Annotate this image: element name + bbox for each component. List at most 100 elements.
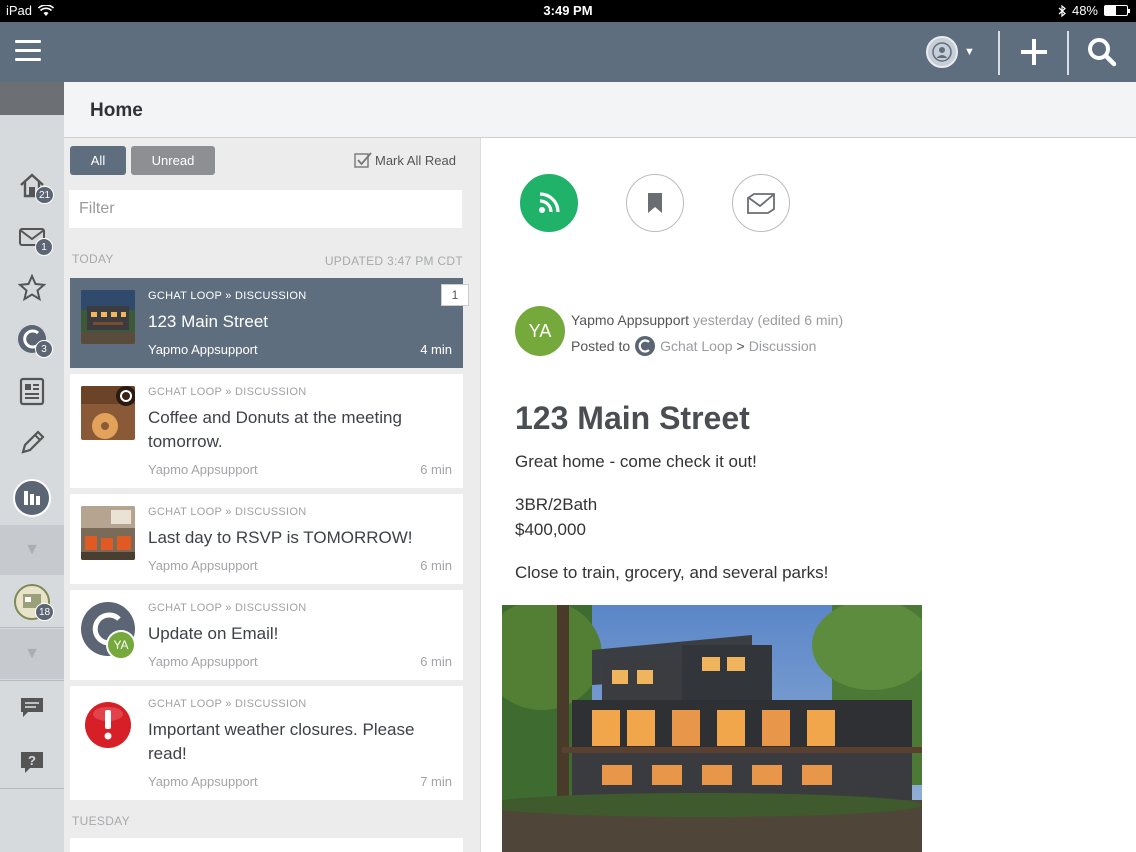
item-age: 4 min xyxy=(420,342,452,357)
sidebar-item-loops[interactable]: 3 xyxy=(0,314,64,364)
tab-all[interactable]: All xyxy=(70,146,126,175)
caret-down-icon: ▼ xyxy=(964,46,975,58)
checkbox-icon xyxy=(354,152,372,168)
badge: 18 xyxy=(35,603,55,621)
list-item[interactable] xyxy=(70,838,463,852)
divider xyxy=(1067,31,1069,75)
list-item[interactable]: YA GCHAT LOOP » DISCUSSION Update on Ema… xyxy=(70,590,463,680)
breadcrumb-separator: > xyxy=(736,338,745,354)
sidebar-item-chat[interactable] xyxy=(0,683,64,733)
badge: 3 xyxy=(35,340,53,358)
battery-icon xyxy=(1104,5,1130,16)
posted-to-label: Posted to xyxy=(571,338,631,354)
search-icon[interactable] xyxy=(1086,36,1118,68)
page-header: Home xyxy=(64,82,1136,138)
badge: 21 xyxy=(35,186,55,204)
star-icon xyxy=(18,274,46,302)
section-link[interactable]: Discussion xyxy=(749,338,817,354)
venue-thumbnail xyxy=(81,506,135,560)
sidebar-item-stats[interactable] xyxy=(0,473,64,523)
post-meta: Yapmo Appsupport yesterday (edited 6 min… xyxy=(571,312,843,328)
item-breadcrumb: GCHAT LOOP » DISCUSSION xyxy=(148,290,307,302)
sidebar-item-favorites[interactable] xyxy=(0,263,64,313)
item-age: 6 min xyxy=(420,462,452,477)
item-author: Yapmo Appsupport xyxy=(148,774,258,789)
author-avatar: YA xyxy=(106,630,136,660)
badge: 1 xyxy=(35,238,53,256)
sidebar-item-help[interactable]: ? xyxy=(0,737,64,787)
sidebar-collapse-toggle[interactable]: ▼ xyxy=(0,629,64,679)
battery-percent: 48% xyxy=(1071,3,1098,18)
body-text: 3BR/2Bath xyxy=(515,495,598,514)
envelope-icon xyxy=(747,193,775,214)
house-photo[interactable] xyxy=(502,605,922,852)
item-breadcrumb: GCHAT LOOP » DISCUSSION xyxy=(148,506,307,518)
status-time: 3:49 PM xyxy=(543,3,593,18)
loop-link[interactable]: Gchat Loop xyxy=(660,338,732,354)
item-title: Important weather closures. Please read! xyxy=(148,720,415,763)
list-item[interactable]: GCHAT LOOP » DISCUSSION Important weathe… xyxy=(70,686,463,800)
help-icon: ? xyxy=(21,752,43,773)
post-time: yesterday xyxy=(692,312,754,328)
loop-icon xyxy=(635,336,656,356)
mark-all-read-button[interactable]: Mark All Read xyxy=(354,152,456,168)
loop-logo-icon: YA xyxy=(81,602,136,660)
bookmark-icon xyxy=(648,193,662,213)
item-breadcrumb: GCHAT LOOP » DISCUSSION xyxy=(148,386,307,398)
bluetooth-icon xyxy=(1058,4,1066,17)
item-author: Yapmo Appsupport xyxy=(148,342,258,357)
item-author: Yapmo Appsupport xyxy=(148,558,258,573)
chevron-down-icon: ▼ xyxy=(24,541,40,558)
sidebar-item-compose[interactable] xyxy=(0,418,64,468)
stats-icon xyxy=(13,479,51,517)
item-title: 123 Main Street xyxy=(148,312,269,331)
list-item[interactable]: GCHAT LOOP » DISCUSSION Coffee and Donut… xyxy=(70,374,463,488)
author-name[interactable]: Yapmo Appsupport xyxy=(571,312,689,328)
posted-to: Posted to Gchat Loop > Discussion xyxy=(571,335,816,357)
item-author: Yapmo Appsupport xyxy=(148,654,258,669)
user-avatar-icon xyxy=(926,36,958,68)
activity-list-pane: All Unread Mark All Read TODAY UPDATED 3… xyxy=(64,138,481,852)
filter-input[interactable] xyxy=(69,190,462,228)
item-author: Yapmo Appsupport xyxy=(148,462,258,477)
item-breadcrumb: GCHAT LOOP » DISCUSSION xyxy=(148,602,307,614)
sidebar-collapse-toggle[interactable]: ▼ xyxy=(0,525,64,575)
body-text: Great home - come check it out! xyxy=(515,452,757,471)
item-age: 6 min xyxy=(420,654,452,669)
menu-icon[interactable] xyxy=(15,40,41,62)
body-text: $400,000 xyxy=(515,520,586,539)
rss-icon xyxy=(539,192,560,213)
donut-thumbnail xyxy=(81,386,135,440)
body-text: Close to train, grocery, and several par… xyxy=(515,563,829,582)
post-title: 123 Main Street xyxy=(515,400,750,436)
edited-note: (edited 6 min) xyxy=(757,312,844,328)
bookmark-button[interactable] xyxy=(626,174,684,232)
item-title: Update on Email! xyxy=(148,624,279,643)
divider xyxy=(998,31,1000,75)
profile-button[interactable]: ▼ xyxy=(926,36,982,68)
tab-unread[interactable]: Unread xyxy=(131,146,215,175)
follow-button[interactable] xyxy=(520,174,578,232)
list-item[interactable]: GCHAT LOOP » DISCUSSION Last day to RSVP… xyxy=(70,494,463,584)
chevron-down-icon: ▼ xyxy=(24,645,40,662)
author-avatar[interactable]: YA xyxy=(515,306,565,356)
sidebar-item-directory[interactable] xyxy=(0,366,64,416)
item-title: Last day to RSVP is TOMORROW! xyxy=(148,528,413,547)
section-tuesday: TUESDAY xyxy=(72,814,130,828)
sidebar-item-mail[interactable]: 1 xyxy=(0,212,64,262)
house-thumbnail xyxy=(81,290,135,344)
sidebar: 21 1 3 ▼ 18 ▼ ? xyxy=(0,82,64,852)
item-breadcrumb: GCHAT LOOP » DISCUSSION xyxy=(148,698,307,710)
section-today: TODAY xyxy=(72,252,114,266)
app-bar: ▼ xyxy=(0,22,1136,82)
page-title: Home xyxy=(90,100,143,121)
alert-icon xyxy=(81,698,135,752)
chat-icon xyxy=(21,698,43,717)
pencil-icon xyxy=(21,430,45,454)
directory-icon xyxy=(19,377,45,406)
list-item[interactable]: GCHAT LOOP » DISCUSSION 123 Main Street … xyxy=(70,278,469,368)
add-button[interactable] xyxy=(1018,36,1050,68)
sidebar-item-home[interactable]: 21 xyxy=(0,160,64,210)
email-button[interactable] xyxy=(732,174,790,232)
sidebar-item-group[interactable]: 18 xyxy=(0,577,64,627)
